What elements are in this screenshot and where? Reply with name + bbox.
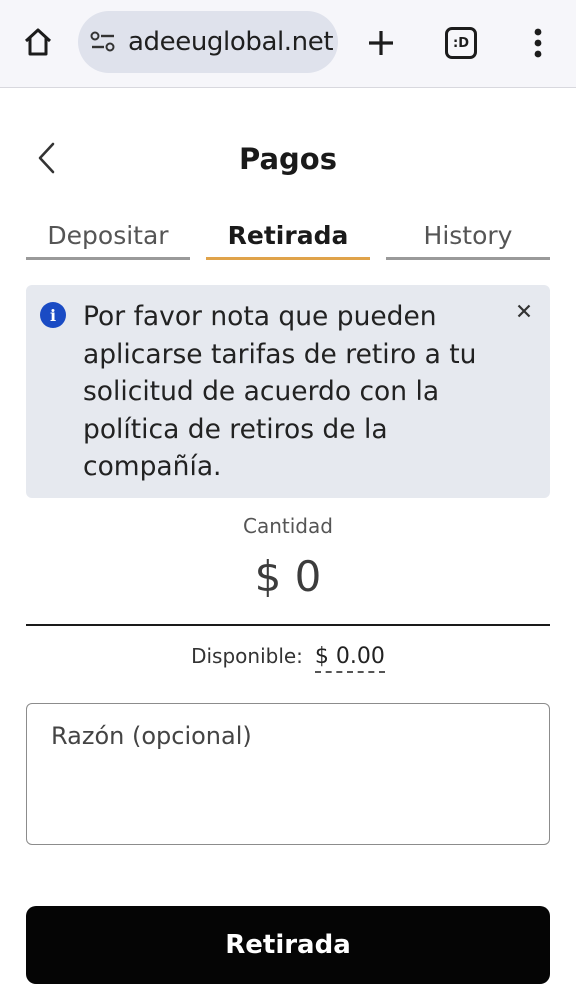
reason-field[interactable] [26,703,550,845]
available-value[interactable]: $ 0.00 [314,644,385,673]
tab-label: Depositar [47,221,169,250]
amount-input[interactable]: $ 0 [0,552,576,601]
browser-toolbar: adeeuglobal.net :D [0,0,576,88]
site-settings-icon[interactable] [88,27,118,57]
notice-close-button[interactable] [512,299,536,323]
more-vert-icon [534,28,542,58]
page-title: Pagos [239,142,337,176]
new-tab-button[interactable] [360,22,402,64]
tab-retirada[interactable]: Retirada [206,218,370,260]
amount-label: Cantidad [243,514,333,538]
tabs-count: :D [453,35,469,51]
amount-underline [26,624,550,626]
plus-icon [369,31,393,55]
tab-label: Retirada [227,221,349,250]
tab-switcher-button[interactable]: :D [440,22,482,64]
info-icon: i [40,302,66,328]
tab-underline-active [206,257,370,260]
available-label: Disponible: [191,644,303,668]
withdraw-button[interactable]: Retirada [26,906,550,984]
url-text: adeeuglobal.net [128,27,334,57]
home-icon [24,28,52,56]
reason-input[interactable] [27,704,549,844]
tab-underline [26,257,190,260]
tab-history[interactable]: History [386,218,550,260]
available-balance: Disponible: $ 0.00 [0,644,576,673]
tab-depositar[interactable]: Depositar [26,218,190,260]
browser-menu-button[interactable] [518,22,558,64]
tabs-icon: :D [445,27,477,59]
close-icon [517,304,531,318]
home-button[interactable] [18,22,58,62]
notice-text: Por favor nota que pueden aplicarse tari… [83,301,477,482]
address-bar[interactable]: adeeuglobal.net [78,11,338,73]
tab-label: History [423,221,513,250]
tab-underline [386,257,550,260]
withdrawal-fee-notice: i Por favor nota que pueden aplicarse ta… [26,285,550,498]
